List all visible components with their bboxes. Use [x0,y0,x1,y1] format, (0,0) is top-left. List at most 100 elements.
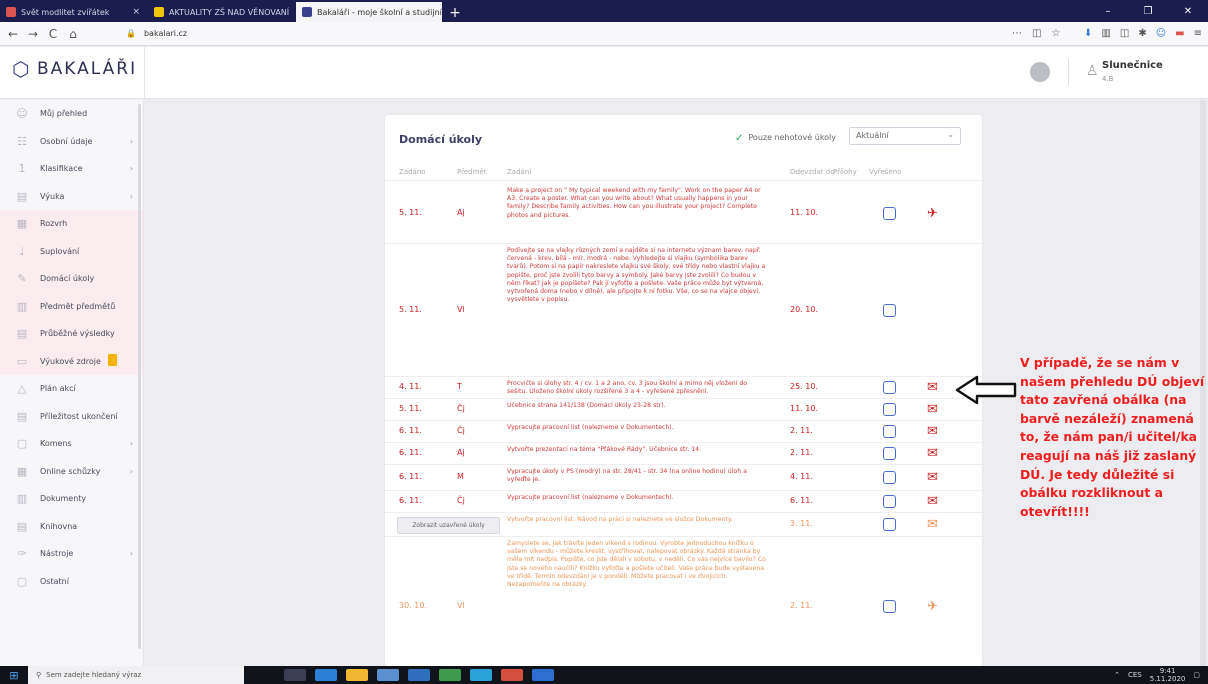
sidebar-item[interactable]: ▥ Předmět předmětů [0,292,143,320]
sidebar-item[interactable]: ▢ Ostatní [0,568,143,596]
user-name[interactable]: Slunečnice [1102,60,1163,71]
column-assigned[interactable]: Zadáno [399,168,426,176]
notifications-icon[interactable]: ▢ [1193,671,1200,679]
sidebar-icon[interactable]: ◫ [1120,28,1129,39]
envelope-icon[interactable]: ✉ [927,495,938,508]
sidebar-item[interactable]: ▢ Komens › [0,430,143,458]
done-checkbox[interactable] [883,600,896,613]
app-icon-green[interactable] [439,669,461,681]
done-checkbox[interactable] [883,381,896,394]
column-subject[interactable]: Předmět [457,168,486,176]
table-row[interactable]: Vytvořte pracovní list. Návod na práci s… [385,513,982,537]
home-icon[interactable]: ⌂ [66,27,80,41]
close-window-button[interactable]: ✕ [1168,6,1208,17]
sidebar-item[interactable]: ✎ Domácí úkoly [0,265,143,293]
table-row[interactable]: 5. 11. Vl Podívejte se na vlajky různých z… [385,244,982,377]
sidebar-scrollbar[interactable] [138,104,141,649]
done-checkbox[interactable] [883,403,896,416]
done-checkbox[interactable] [883,495,896,508]
sidebar-item[interactable]: ▤ Knihovna [0,513,143,541]
app-logo[interactable]: ⬡ BAKALÁŘI [12,59,137,79]
page-actions-icon[interactable]: ⋯ [1012,28,1022,39]
sidebar-item[interactable]: ▥ Dokumenty [0,485,143,513]
show-closed-button[interactable]: Zobrazit uzavřené úkoly [397,517,500,534]
sidebar-item[interactable]: ▤ Výuka › [0,183,143,211]
minimize-button[interactable]: – [1088,6,1128,17]
table-row[interactable]: 6. 11. Čj Vypracujte pracovní list (nalezn… [385,491,982,513]
file-explorer-icon[interactable] [346,669,368,681]
sidebar-item[interactable]: △ Plán akcí [0,375,143,403]
sidebar-item[interactable]: ☷ Osobní údaje › [0,128,143,156]
addon-icon[interactable]: ▬ [1175,28,1184,39]
sidebar-item[interactable]: ▤ Příležitost ukončení [0,403,143,431]
envelope-icon[interactable]: ✉ [927,425,938,438]
library-icon[interactable]: ▥ [1101,28,1110,39]
done-checkbox[interactable] [883,471,896,484]
tab-close-icon[interactable]: × [132,7,140,17]
browser-tab[interactable]: Bakaláři - moje školní a studijní× [296,2,442,22]
pocket-icon[interactable]: ◫ [1032,28,1041,39]
done-checkbox[interactable] [883,447,896,460]
taskbar-search[interactable]: ⚲ Sem zadejte hledaný výraz [28,666,244,684]
new-tab-button[interactable]: + [444,4,466,22]
notification-icon[interactable] [1030,62,1050,82]
address-bar[interactable]: 🔒 bakalari.cz [126,25,826,43]
app-icon-word[interactable] [532,669,554,681]
task-text: Vypracujte úkoly v PS (modrý) na str. 28… [507,468,747,484]
period-select[interactable]: Aktuální ⌄ [849,127,961,145]
sidebar-item[interactable]: ▦ Rozvrh [0,210,143,238]
column-due[interactable]: Odevzdat do [790,168,835,176]
user-icon[interactable]: ♙ [1086,63,1099,79]
table-row[interactable]: 6. 11. M Vypracujte úkoly v PS (modrý) na … [385,465,982,491]
mail-icon[interactable] [408,669,430,681]
downloads-icon[interactable]: ⬇ [1084,28,1092,39]
table-row[interactable]: 6. 11. Aj Vytvořte prezentaci na téma "Pťá… [385,443,982,465]
bookmark-star-icon[interactable]: ☆ [1051,28,1060,39]
browser-tab[interactable]: AKTUALITY ZŠ NAD VĚNOVANÍ× [148,2,294,22]
app-icon-blue[interactable] [470,669,492,681]
table-row[interactable]: 6. 11. Čj Vypracujte pracovní list (nalezn… [385,421,982,443]
table-row[interactable]: 30. 10. Vl Zamyslete se, jak trávíte jeden… [385,537,982,666]
sidebar-item[interactable]: ♩ Suplování [0,237,143,265]
store-icon[interactable] [377,669,399,681]
sidebar-item[interactable]: ▦ Online schůzky › [0,458,143,486]
table-row[interactable]: 4. 11. T Procvičte si úlohy str. 4 / cv. 1… [385,377,982,399]
account-icon[interactable]: ☺ [1156,28,1166,39]
envelope-icon[interactable]: ✉ [927,518,938,531]
table-row[interactable]: 5. 11. Aj Make a project on " My typical w… [385,184,982,244]
done-checkbox[interactable] [883,207,896,220]
sidebar-item[interactable]: ✑ Nástroje › [0,540,143,568]
send-icon[interactable]: ✈ [927,207,938,220]
envelope-icon[interactable]: ✉ [927,447,938,460]
envelope-icon[interactable]: ✉ [927,471,938,484]
sidebar-item[interactable]: ▤ Průběžné výsledky [0,320,143,348]
edge-icon[interactable] [315,669,337,681]
envelope-icon[interactable]: ✉ [927,381,938,394]
chevron-right-icon: › [129,439,133,449]
menu-icon[interactable]: ≡ [1194,28,1202,39]
browser-tab[interactable]: Svět modlitet zvířátek × [0,2,146,22]
clock-date: 5.11.2020 [1149,675,1186,683]
network-icon[interactable]: ⌃ [1114,671,1120,679]
sidebar-item[interactable]: 1 Klasifikace › [0,155,143,183]
clock[interactable]: 9:41 5.11.2020 [1150,667,1186,683]
done-checkbox[interactable] [883,518,896,531]
unfinished-filter-toggle[interactable]: ✓ Pouze nehotové úkoly [735,133,836,144]
back-icon[interactable]: ← [6,27,20,41]
envelope-icon[interactable]: ✉ [927,403,938,416]
language-indicator[interactable]: CES [1128,671,1142,679]
done-checkbox[interactable] [883,425,896,438]
sidebar-item[interactable]: ▭ Výukové zdroje [0,347,143,375]
send-icon[interactable]: ✈ [927,600,938,613]
windows-start-icon[interactable]: ⊞ [0,669,28,682]
task-view-icon[interactable] [284,669,306,681]
maximize-button[interactable]: ❐ [1128,6,1168,17]
table-row[interactable]: 5. 11. Čj Učebnice strana 141/138 (Domácí … [385,399,982,421]
extension-icon[interactable]: ✱ [1138,28,1146,39]
done-checkbox[interactable] [883,304,896,317]
task-text: Make a project on " My typical weekend w… [507,187,761,219]
reload-icon[interactable]: C [46,27,60,41]
forward-icon[interactable]: → [26,27,40,41]
sidebar-item[interactable]: ☺ Můj přehled [0,100,143,128]
firefox-icon[interactable] [501,669,523,681]
